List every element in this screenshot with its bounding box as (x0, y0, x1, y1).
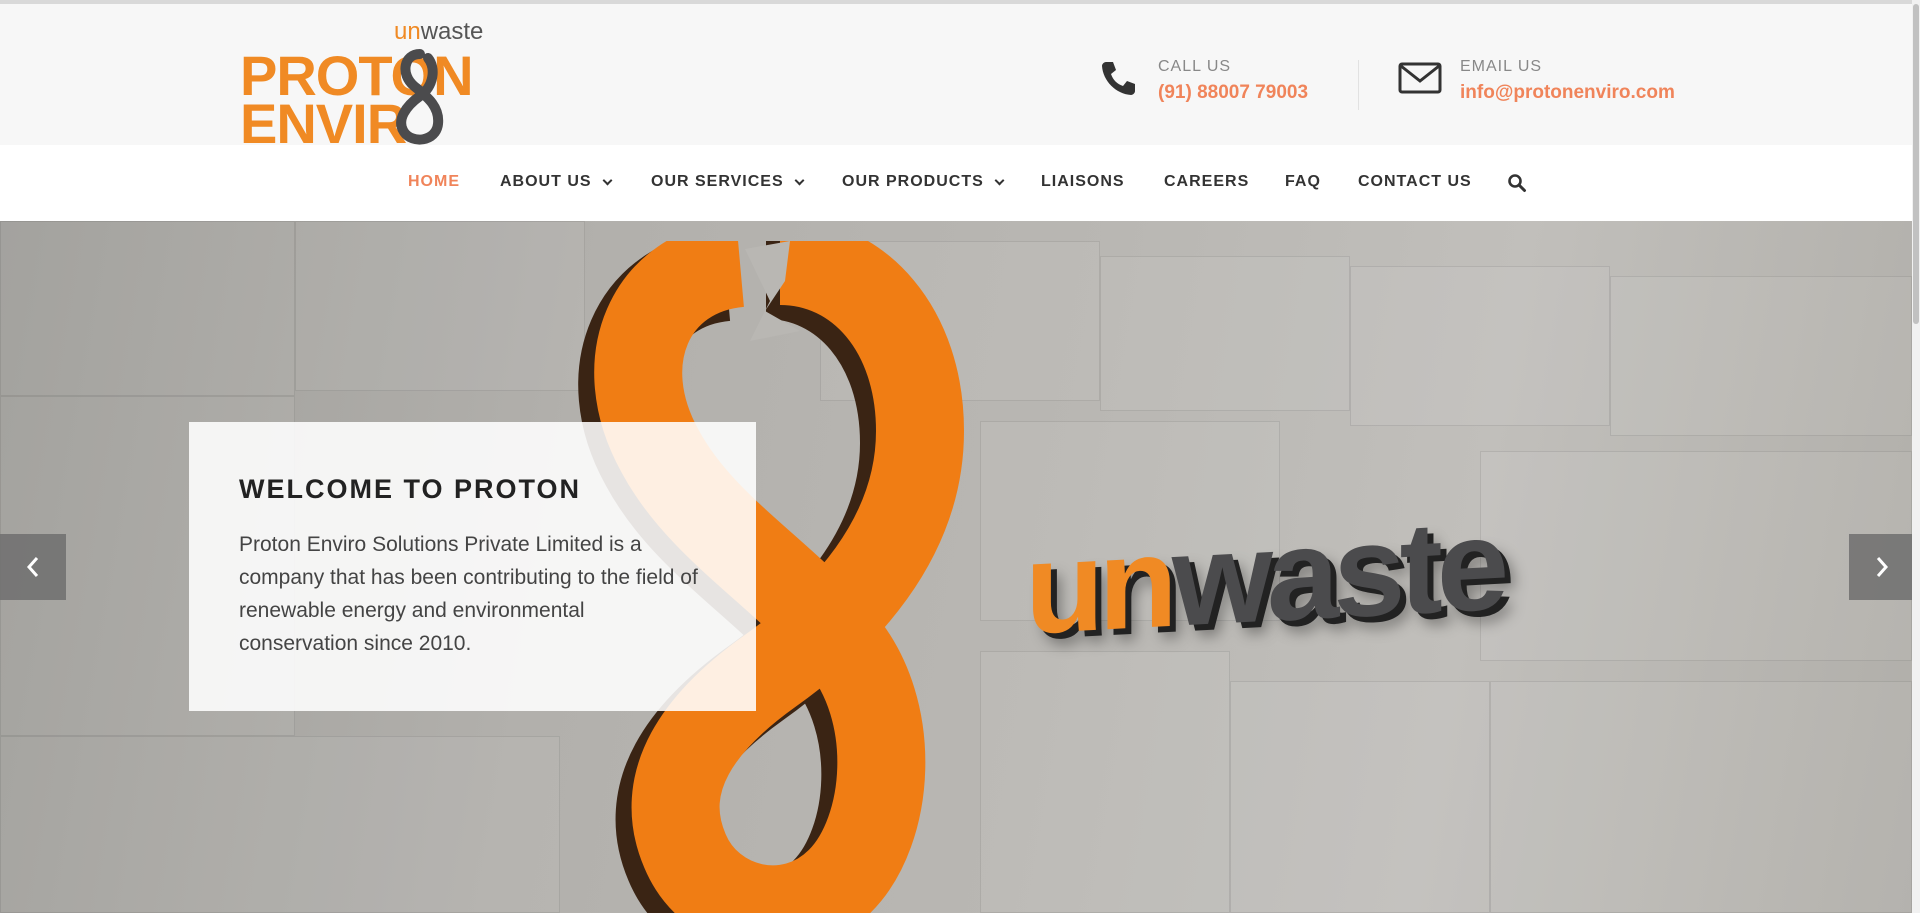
contact-divider (1358, 60, 1359, 110)
wall-tile (1350, 266, 1610, 426)
slider-prev-button[interactable] (0, 534, 66, 600)
nav-faq[interactable]: FAQ (1285, 173, 1321, 191)
nav-careers[interactable]: CAREERS (1164, 173, 1249, 191)
nav-contact-us-label: CONTACT US (1358, 173, 1472, 190)
nav-faq-label: FAQ (1285, 173, 1321, 190)
chevron-down-icon (994, 175, 1005, 185)
site-logo[interactable]: unwaste PROTON ENVIR (240, 18, 490, 152)
call-us-block: CALL US (91) 88007 79003 (1096, 54, 1316, 114)
wall-tile (0, 736, 560, 913)
wall-tile (1230, 681, 1490, 913)
page-scrollbar-thumb[interactable] (1913, 4, 1919, 324)
nav-contact-us[interactable]: CONTACT US (1358, 173, 1472, 191)
chevron-down-icon (794, 175, 805, 185)
nav-our-services-label: OUR SERVICES (651, 173, 784, 190)
email-us-label: EMAIL US (1460, 58, 1543, 75)
envelope-icon (1398, 62, 1442, 94)
chevron-right-icon (1876, 557, 1889, 577)
nav-about-us[interactable]: ABOUT US (500, 173, 613, 191)
logo-eight-mark (396, 49, 444, 145)
hero-slider: unwaste WELCOME TO PROTON Proton Enviro … (0, 221, 1920, 913)
nav-liaisons[interactable]: LIAISONS (1041, 173, 1125, 191)
nav-our-products-label: OUR PRODUCTS (842, 173, 984, 190)
page: unwaste PROTON ENVIR CALL US (91) 88007 … (0, 0, 1920, 913)
logo-tag-un: un (394, 18, 421, 45)
email-us-block: EMAIL US info@protonenviro.com (1398, 54, 1718, 114)
nav-liaisons-label: LIAISONS (1041, 173, 1125, 190)
chevron-down-icon (602, 175, 613, 185)
welcome-title: WELCOME TO PROTON (239, 474, 582, 504)
call-us-label: CALL US (1158, 58, 1232, 75)
nav-careers-label: CAREERS (1164, 173, 1250, 190)
email-link[interactable]: info@protonenviro.com (1460, 82, 1675, 104)
nav-home-label: HOME (408, 173, 460, 190)
chevron-left-icon (26, 557, 39, 577)
welcome-text: Proton Enviro Solutions Private Limited … (239, 533, 698, 655)
nav-home[interactable]: HOME (408, 173, 460, 191)
welcome-card: WELCOME TO PROTON Proton Enviro Solution… (189, 422, 756, 711)
slider-next-button[interactable] (1849, 534, 1915, 600)
nav-about-us-label: ABOUT US (500, 173, 592, 190)
site-header: unwaste PROTON ENVIR CALL US (91) 88007 … (0, 4, 1920, 152)
hero-sign-un: un (1025, 507, 1172, 662)
wall-tile (1610, 276, 1912, 436)
search-icon[interactable] (1507, 173, 1527, 193)
nav-our-products[interactable]: OUR PRODUCTS (842, 173, 1005, 191)
nav-our-services[interactable]: OUR SERVICES (651, 173, 805, 191)
hero-unwaste-sign: unwaste (1025, 490, 1503, 661)
wall-tile (1100, 256, 1350, 411)
phone-icon (1102, 62, 1135, 95)
wall-tile (1490, 681, 1912, 913)
wall-tile (0, 221, 295, 396)
logo-tagline: unwaste (394, 20, 483, 44)
phone-number-link[interactable]: (91) 88007 79003 (1158, 82, 1308, 104)
logo-tag-waste: waste (420, 18, 484, 45)
wall-tile (1480, 451, 1912, 661)
main-navigation: HOME ABOUT US OUR SERVICES OUR PRODUCTS … (0, 145, 1920, 221)
hero-sign-waste: waste (1171, 490, 1504, 654)
logo-line-enviro: ENVIR (240, 92, 407, 155)
